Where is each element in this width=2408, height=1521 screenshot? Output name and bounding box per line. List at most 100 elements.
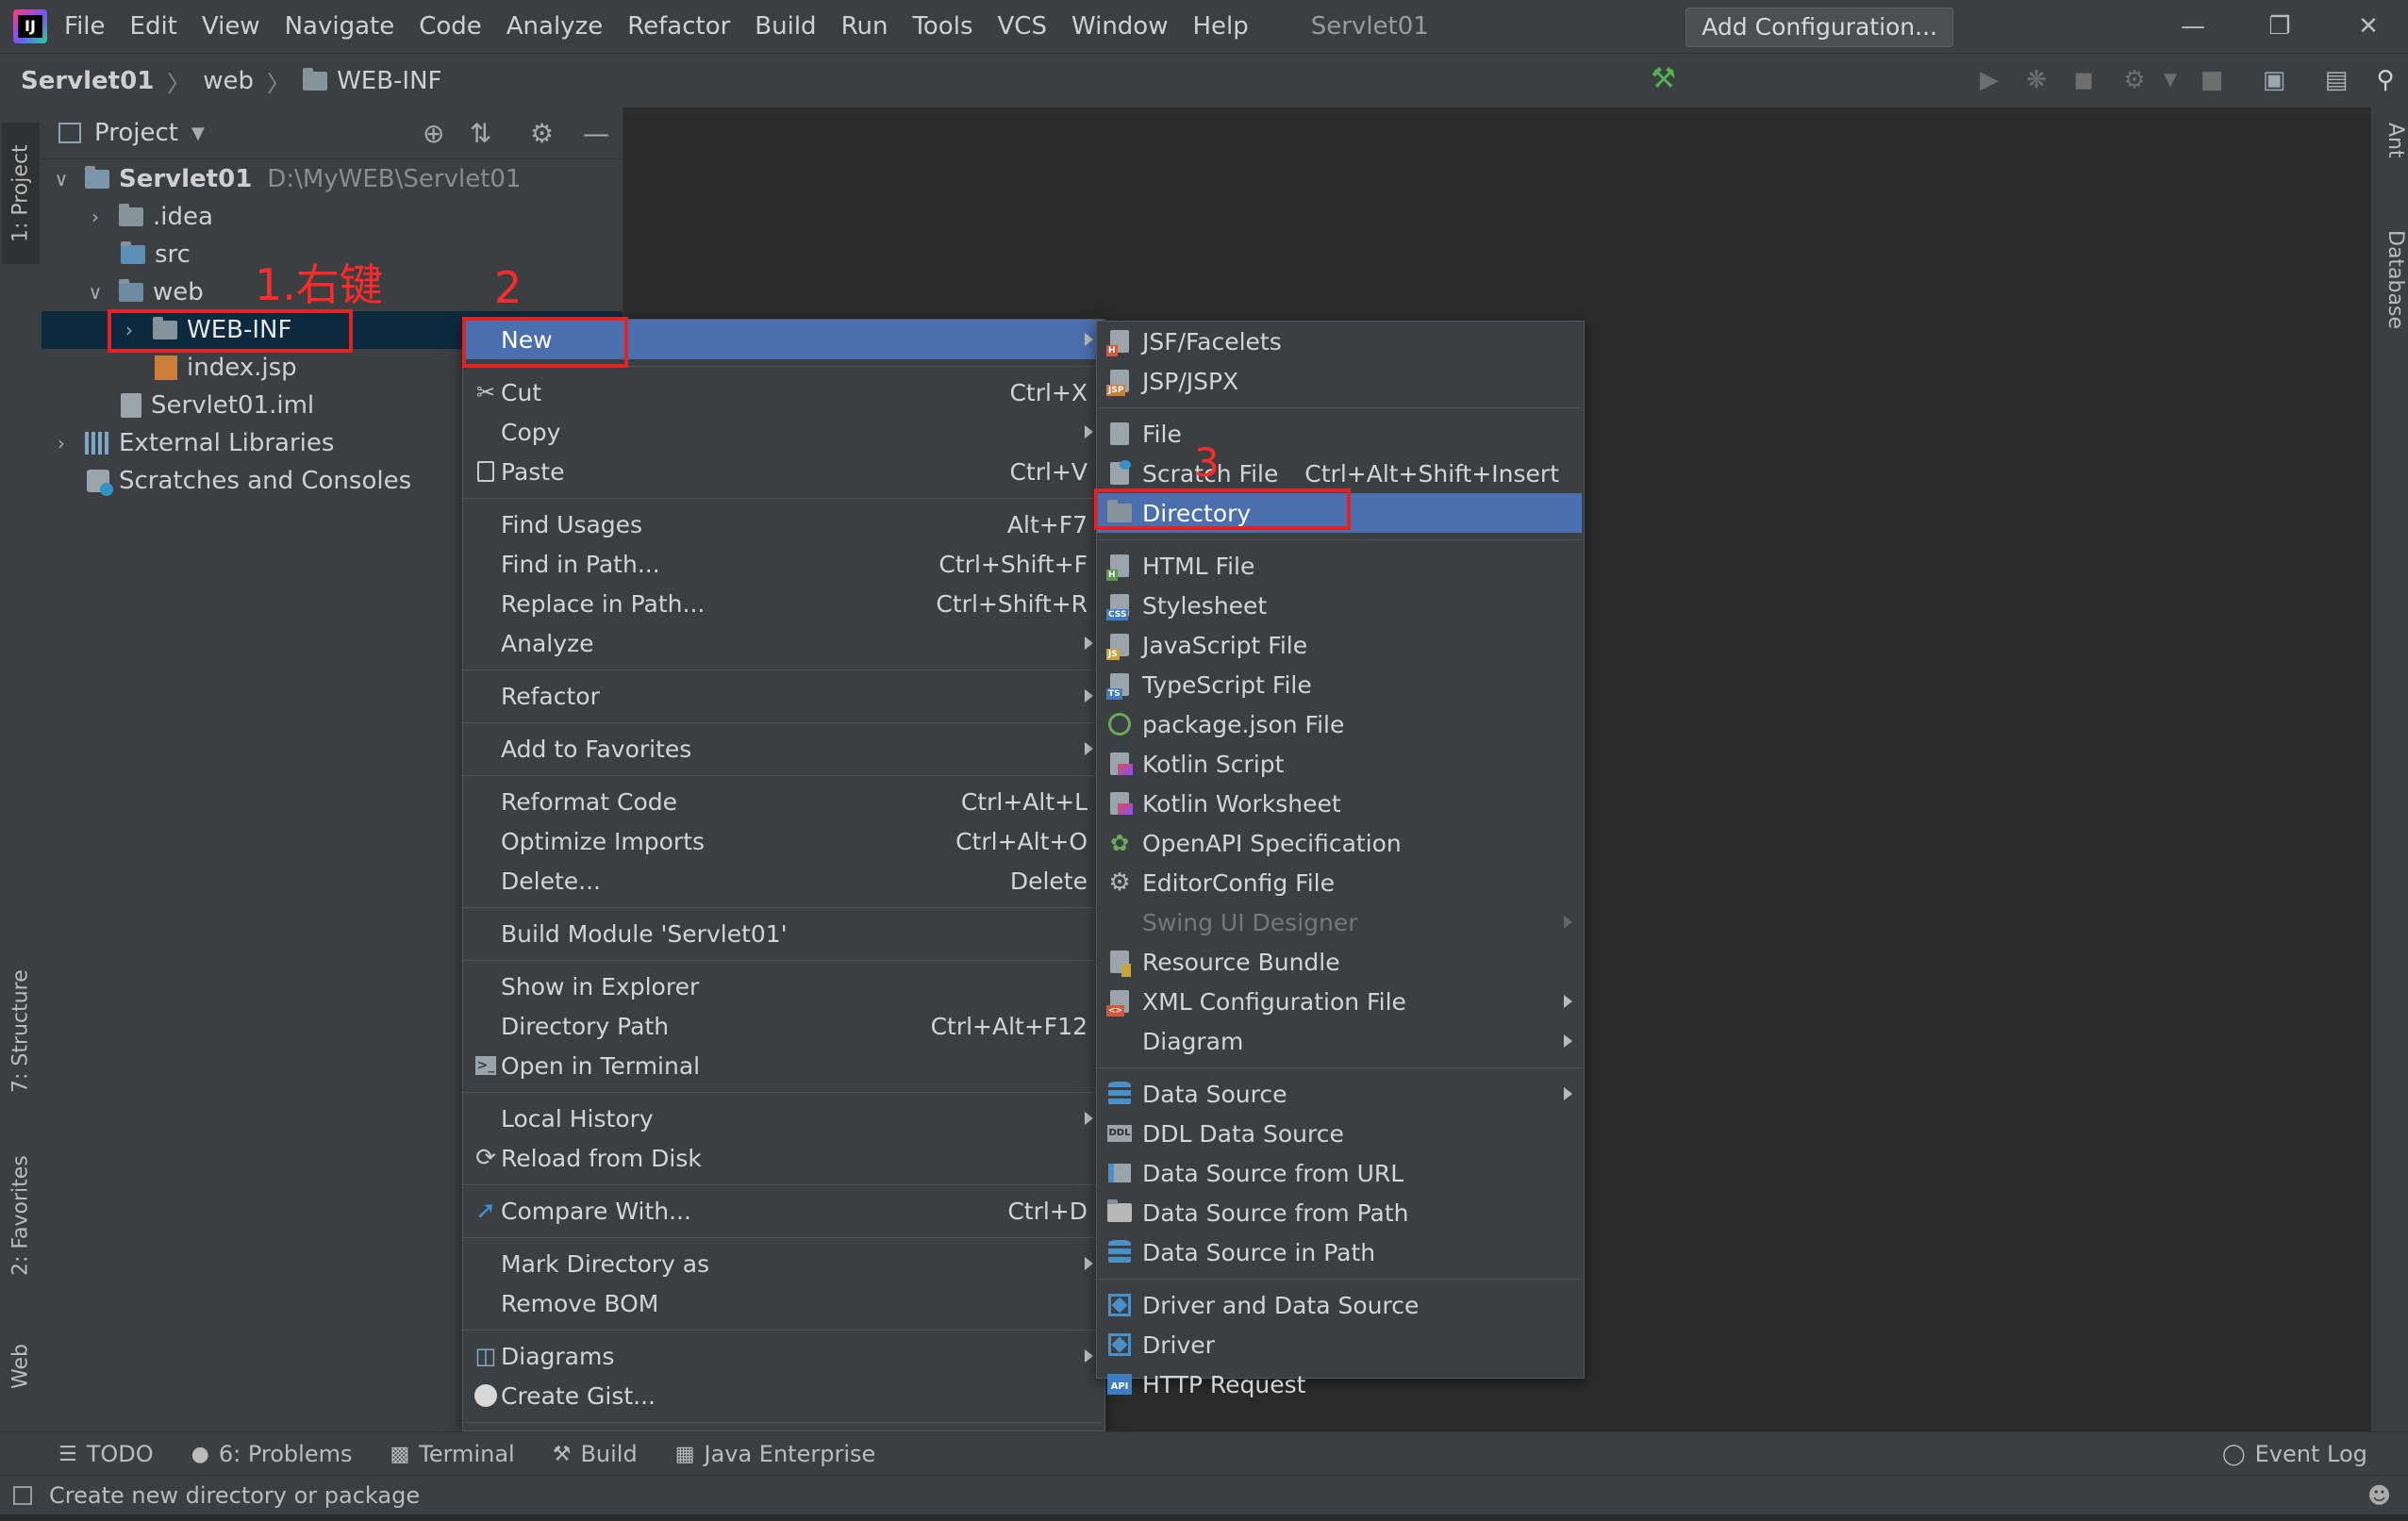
new-menu-item-ddl-data-source[interactable]: DDL DDL Data Source — [1097, 1114, 1582, 1153]
new-menu-item-scratch-file[interactable]: Scratch File Ctrl+Alt+Shift+Insert — [1097, 454, 1582, 493]
restore-icon[interactable]: ❐ — [2247, 0, 2313, 53]
project-view-title[interactable]: Project — [94, 119, 178, 147]
new-menu-item-data-source-from-url[interactable]: Data Source from URL — [1097, 1153, 1582, 1193]
tab-ant[interactable]: Ant — [2373, 123, 2407, 198]
tree-item-idea[interactable]: › .idea — [42, 198, 623, 236]
menu-navigate[interactable]: Navigate — [285, 12, 395, 41]
new-menu-item-jsp-jspx[interactable]: JSP JSP/JSPX — [1097, 361, 1582, 401]
context-menu-item-remove-bom[interactable]: Remove BOM — [463, 1283, 1103, 1323]
new-menu-item-typescript-file[interactable]: TS TypeScript File — [1097, 665, 1582, 704]
new-menu-item-kotlin-worksheet[interactable]: Kotlin Worksheet — [1097, 784, 1582, 823]
chevron-down-icon[interactable]: ▼ — [191, 124, 205, 143]
context-menu-item-delete[interactable]: Delete... Delete — [463, 861, 1103, 901]
stop-icon[interactable]: ■ — [2196, 64, 2228, 96]
tool-event-log[interactable]: ◯ Event Log — [2222, 1441, 2367, 1467]
new-menu-item-diagram[interactable]: Diagram — [1097, 1021, 1582, 1061]
new-menu-item-data-source[interactable]: Data Source — [1097, 1074, 1582, 1114]
menu-run[interactable]: Run — [841, 12, 888, 41]
chevron-right-icon[interactable]: › — [51, 432, 72, 455]
new-menu-item-html-file[interactable]: H HTML File — [1097, 546, 1582, 586]
context-menu-item-create-gist[interactable]: Create Gist... — [463, 1376, 1103, 1415]
context-menu-item-optimize-imports[interactable]: Optimize Imports Ctrl+Alt+O — [463, 821, 1103, 861]
build-hammer-icon[interactable]: ⚒ — [1651, 62, 1676, 95]
context-menu-item-copy[interactable]: Copy — [463, 412, 1103, 452]
context-menu-item-show-in-explorer[interactable]: Show in Explorer — [463, 967, 1103, 1006]
tool-todo[interactable]: ☰ TODO — [58, 1441, 154, 1467]
breadcrumb-web[interactable]: web — [203, 67, 254, 95]
close-icon[interactable]: ✕ — [2335, 0, 2401, 53]
menu-analyze[interactable]: Analyze — [507, 12, 603, 41]
menu-edit[interactable]: Edit — [130, 12, 177, 41]
context-menu-item-find-in-path[interactable]: Find in Path... Ctrl+Shift+F — [463, 544, 1103, 584]
gear-icon[interactable]: ⚙ — [530, 118, 554, 149]
add-configuration-button[interactable]: Add Configuration... — [1686, 8, 1953, 47]
context-menu-item-cut[interactable]: ✂ Cut Ctrl+X — [463, 372, 1103, 412]
new-menu-item-stylesheet[interactable]: CSS Stylesheet — [1097, 586, 1582, 625]
tree-item-servlet01[interactable]: ∨ Servlet01 D:\MyWEB\Servlet01 — [42, 160, 623, 198]
breadcrumb-project[interactable]: Servlet01 — [21, 67, 154, 95]
hide-panel-icon[interactable]: — — [583, 118, 609, 149]
new-menu-item-kotlin-script[interactable]: Kotlin Script — [1097, 744, 1582, 784]
context-menu-item-build-module-servlet01[interactable]: Build Module 'Servlet01' — [463, 914, 1103, 953]
tab-web[interactable]: Web — [2, 1324, 40, 1409]
debug-icon[interactable]: ❋ — [2020, 64, 2052, 96]
context-menu-item-local-history[interactable]: Local History — [463, 1099, 1103, 1138]
tool-build[interactable]: ⚒ Build — [553, 1441, 638, 1467]
new-menu-item-editorconfig-file[interactable]: ⚙ EditorConfig File — [1097, 863, 1582, 902]
menu-build[interactable]: Build — [755, 12, 816, 41]
new-menu-item-jsf-facelets[interactable]: H JSF/Facelets — [1097, 322, 1582, 361]
new-menu-item-package-json-file[interactable]: package.json File — [1097, 704, 1582, 744]
collapse-all-icon[interactable]: ⇅ — [470, 118, 491, 149]
menu-refactor[interactable]: Refactor — [627, 12, 730, 41]
context-menu-item-refactor[interactable]: Refactor — [463, 676, 1103, 716]
context-menu-item-compare-with[interactable]: ➚ Compare With... Ctrl+D — [463, 1191, 1103, 1231]
tool-java-enterprise[interactable]: ▦ Java Enterprise — [675, 1441, 876, 1467]
tool-terminal[interactable]: ▩ Terminal — [390, 1441, 514, 1467]
breadcrumb-web-inf[interactable]: WEB-INF — [337, 67, 441, 95]
context-menu-item-paste[interactable]: Paste Ctrl+V — [463, 452, 1103, 491]
new-menu-item-http-request[interactable]: API HTTP Request — [1097, 1364, 1582, 1404]
profile-icon[interactable]: ⚙ — [2118, 64, 2151, 96]
chevron-right-icon[interactable]: › — [85, 206, 106, 228]
status-toggle-icon[interactable] — [13, 1485, 32, 1505]
menu-vcs[interactable]: VCS — [998, 12, 1047, 41]
new-menu-item-driver[interactable]: Driver — [1097, 1325, 1582, 1364]
new-menu-item-data-source-from-path[interactable]: Data Source from Path — [1097, 1193, 1582, 1232]
inspector-icon[interactable]: ☻ — [2367, 1482, 2391, 1509]
chevron-down-icon[interactable]: ∨ — [51, 168, 72, 190]
tab-structure[interactable]: 7: Structure — [2, 956, 40, 1107]
chevron-down-icon[interactable]: ▼ — [2154, 64, 2186, 96]
tab-project[interactable]: 1: Project — [2, 123, 40, 264]
context-menu-item-analyze[interactable]: Analyze — [463, 623, 1103, 663]
context-menu-item-replace-in-path[interactable]: Replace in Path... Ctrl+Shift+R — [463, 584, 1103, 623]
new-menu-item-javascript-file[interactable]: JS JavaScript File — [1097, 625, 1582, 665]
tab-database[interactable]: Database — [2373, 230, 2407, 372]
menu-view[interactable]: View — [202, 12, 260, 41]
new-menu-item-driver-and-data-source[interactable]: Driver and Data Source — [1097, 1285, 1582, 1325]
project-structure-icon[interactable]: ▣ — [2258, 64, 2290, 96]
context-menu-item-open-in-terminal[interactable]: >_ Open in Terminal — [463, 1046, 1103, 1085]
tool-problems[interactable]: ● 6: Problems — [191, 1441, 353, 1467]
context-menu-item-mark-directory-as[interactable]: Mark Directory as — [463, 1244, 1103, 1283]
menu-code[interactable]: Code — [419, 12, 482, 41]
minimize-icon[interactable]: — — [2160, 0, 2226, 53]
menu-help[interactable]: Help — [1192, 12, 1248, 41]
window-layout-icon[interactable]: ▤ — [2320, 64, 2352, 96]
context-menu-item-find-usages[interactable]: Find Usages Alt+F7 — [463, 504, 1103, 544]
search-icon[interactable]: ⚲ — [2369, 64, 2401, 96]
new-menu-item-xml-configuration-file[interactable]: <> XML Configuration File — [1097, 982, 1582, 1021]
locate-icon[interactable]: ⊕ — [423, 118, 444, 149]
tab-favorites[interactable]: 2: Favorites — [2, 1145, 40, 1286]
menu-file[interactable]: File — [64, 12, 106, 41]
coverage-icon[interactable]: ◼ — [2068, 64, 2100, 96]
menu-window[interactable]: Window — [1071, 12, 1169, 41]
context-menu-item-directory-path[interactable]: Directory Path Ctrl+Alt+F12 — [463, 1006, 1103, 1046]
menu-tools[interactable]: Tools — [912, 12, 972, 41]
new-menu-item-file[interactable]: File — [1097, 414, 1582, 454]
new-menu-item-openapi-specification[interactable]: ✿ OpenAPI Specification — [1097, 823, 1582, 863]
context-menu-item-reformat-code[interactable]: Reformat Code Ctrl+Alt+L — [463, 782, 1103, 821]
run-icon[interactable]: ▶ — [1973, 64, 2005, 96]
context-menu-item-diagrams[interactable]: ◫ Diagrams — [463, 1336, 1103, 1376]
context-menu-item-reload-from-disk[interactable]: ⟳ Reload from Disk — [463, 1138, 1103, 1178]
new-menu-item-data-source-in-path[interactable]: Data Source in Path — [1097, 1232, 1582, 1272]
